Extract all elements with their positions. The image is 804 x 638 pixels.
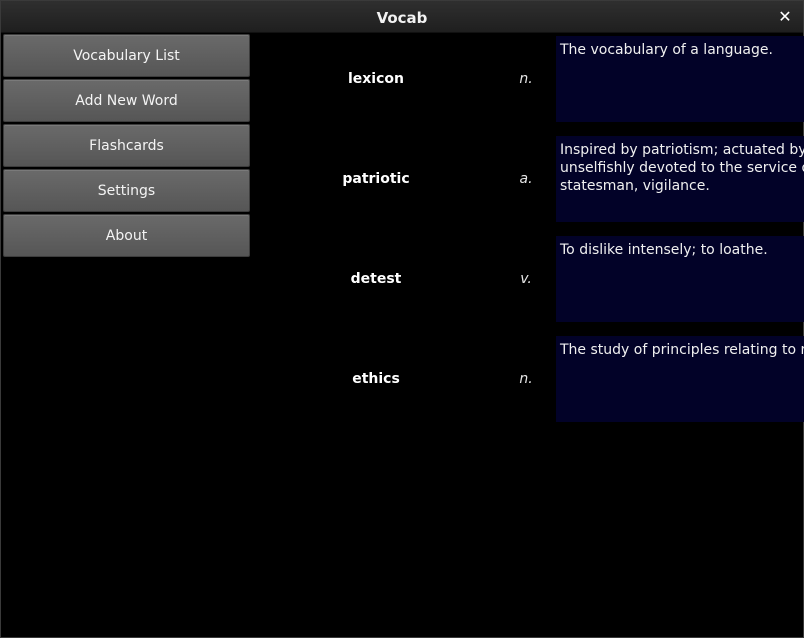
word-text: ethics: [352, 371, 400, 387]
definition-text: To dislike intensely; to loathe.: [556, 236, 804, 322]
list-item[interactable]: lexicon n. The vocabulary of a language.: [251, 34, 804, 134]
vocabulary-list-button[interactable]: Vocabulary List: [3, 34, 250, 77]
definition-line: statesman, vigilance.: [560, 178, 710, 194]
word-list: lexicon n. The vocabulary of a language.…: [251, 34, 804, 434]
word-text: patriotic: [342, 171, 410, 187]
definition-line: Inspired by patriotism; actuated by lo: [560, 142, 804, 158]
definition-text: The study of principles relating to rig: [556, 336, 804, 422]
definition-line: unselfishly devoted to the service of: [560, 160, 804, 176]
definition-line: The study of principles relating to rig: [560, 342, 804, 358]
part-of-speech: n.: [519, 71, 533, 87]
vocab-window: Vocab ✕ Vocabulary List Add New Word Fla…: [0, 0, 804, 638]
definition-text: The vocabulary of a language.: [556, 36, 804, 122]
add-new-word-button[interactable]: Add New Word: [3, 79, 250, 122]
list-item[interactable]: patriotic a. Inspired by patriotism; act…: [251, 134, 804, 234]
title-bar[interactable]: Vocab ✕: [1, 1, 803, 33]
word-text: detest: [350, 271, 402, 287]
list-item[interactable]: ethics n. The study of principles relati…: [251, 334, 804, 434]
settings-button[interactable]: Settings: [3, 169, 250, 212]
list-item[interactable]: detest v. To dislike intensely; to loath…: [251, 234, 804, 334]
word-text: lexicon: [347, 71, 404, 87]
about-button[interactable]: About: [3, 214, 250, 257]
part-of-speech: n.: [519, 371, 533, 387]
close-icon[interactable]: ✕: [775, 7, 795, 27]
window-title: Vocab: [376, 9, 428, 27]
sidebar-menu: Vocabulary List Add New Word Flashcards …: [3, 34, 250, 259]
part-of-speech: v.: [520, 271, 532, 287]
definition-line: The vocabulary of a language.: [560, 42, 773, 58]
definition-line: To dislike intensely; to loathe.: [560, 242, 768, 258]
part-of-speech: a.: [519, 171, 533, 187]
flashcards-button[interactable]: Flashcards: [3, 124, 250, 167]
definition-text: Inspired by patriotism; actuated by lo u…: [556, 136, 804, 222]
